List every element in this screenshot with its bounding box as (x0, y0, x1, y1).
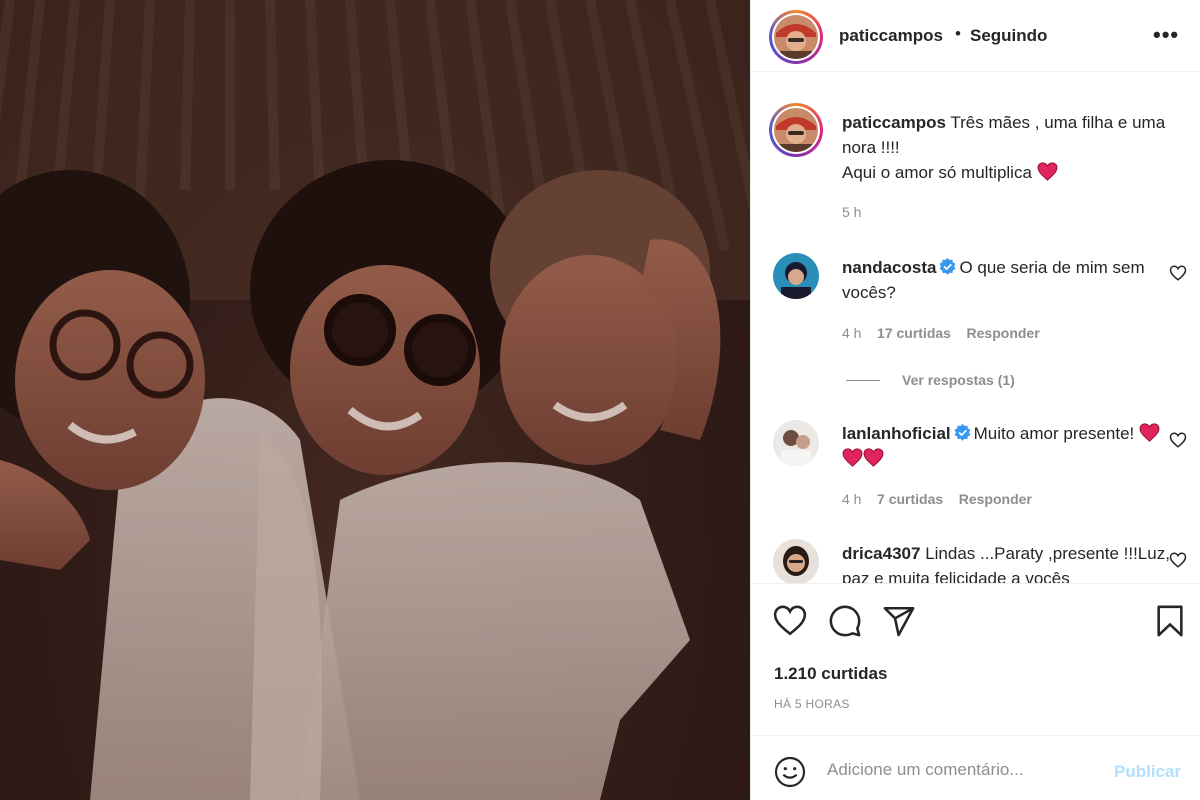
red-heart-emoji-icon (1139, 423, 1160, 442)
comment-time: 4 h (842, 325, 862, 341)
following-button[interactable]: Seguindo (970, 26, 1047, 46)
verified-badge-icon (940, 258, 956, 275)
likes-count[interactable]: 1.210 curtidas (774, 664, 887, 684)
author-username[interactable]: paticcampos (839, 26, 943, 46)
comment-like-heart-icon[interactable] (1169, 264, 1187, 282)
reply-button[interactable]: Responder (959, 491, 1032, 507)
comment-meta: 4 h 7 curtidas Responder (842, 491, 1032, 507)
red-heart-emoji-icon (863, 448, 884, 467)
comment-likes[interactable]: 7 curtidas (877, 491, 943, 507)
add-comment-bar: Publicar (751, 735, 1200, 800)
comment-avatar[interactable] (773, 420, 819, 466)
comment-input[interactable] (827, 760, 1097, 780)
comment-avatar[interactable] (773, 253, 819, 299)
author-avatar[interactable] (769, 10, 823, 64)
comment-bubble-icon[interactable] (828, 604, 862, 638)
more-options-icon[interactable]: ••• (1153, 22, 1179, 48)
comments-list[interactable]: paticcampos Três mães , uma filha e uma … (751, 73, 1200, 583)
comment-avatar[interactable] (773, 539, 819, 583)
photo-illustration (0, 0, 750, 800)
avatar-photo-icon (774, 108, 818, 152)
comment-likes[interactable]: 17 curtidas (877, 325, 951, 341)
separator-dot: • (955, 24, 961, 43)
emoji-smiley-icon[interactable] (774, 756, 806, 788)
verified-badge-icon (954, 424, 971, 441)
caption-text: paticcampos Três mães , uma filha e uma … (842, 110, 1172, 185)
caption-time: 5 h (842, 204, 862, 220)
avatar-photo-icon (773, 539, 819, 583)
share-paper-plane-icon[interactable] (882, 604, 916, 638)
comment-text: nandacosta O que seria de mim sem vocês? (842, 255, 1172, 305)
replies-divider (846, 380, 880, 381)
red-heart-emoji-icon (842, 448, 863, 467)
comment-time: 4 h (842, 491, 862, 507)
comment-username[interactable]: nandacosta (842, 258, 936, 277)
comment-like-heart-icon[interactable] (1169, 551, 1187, 569)
reply-button[interactable]: Responder (967, 325, 1040, 341)
comment-text: drica4307 Lindas ...Paraty ,presente !!!… (842, 541, 1172, 583)
caption-username[interactable]: paticcampos (842, 113, 946, 132)
comment-username[interactable]: drica4307 (842, 544, 920, 563)
save-bookmark-icon[interactable] (1153, 604, 1187, 638)
comment-meta: 4 h 17 curtidas Responder (842, 325, 1040, 341)
avatar-photo-icon (774, 15, 818, 59)
comment-username[interactable]: lanlanhoficial (842, 424, 951, 443)
like-heart-icon[interactable] (773, 604, 807, 638)
post-header: paticcampos • Seguindo ••• (751, 0, 1200, 72)
avatar-photo-icon (773, 420, 819, 466)
caption-line2: Aqui o amor só multiplica (842, 163, 1032, 182)
publish-button[interactable]: Publicar (1114, 762, 1181, 782)
comment-like-heart-icon[interactable] (1169, 431, 1187, 449)
comment-text: lanlanhoficial Muito amor presente! (842, 421, 1172, 471)
post-photo[interactable] (0, 0, 750, 800)
view-replies-button[interactable]: Ver respostas (1) (902, 372, 1015, 388)
avatar-photo-icon (773, 253, 819, 299)
post-time-ago[interactable]: HÁ 5 HORAS (774, 697, 850, 711)
caption-avatar[interactable] (769, 103, 823, 157)
red-heart-emoji-icon (1037, 162, 1058, 181)
post-actions: 1.210 curtidas HÁ 5 HORAS (751, 583, 1200, 733)
comment-body: Muito amor presente! (973, 424, 1135, 443)
post-details-panel: paticcampos • Seguindo ••• paticcampos T… (750, 0, 1200, 800)
